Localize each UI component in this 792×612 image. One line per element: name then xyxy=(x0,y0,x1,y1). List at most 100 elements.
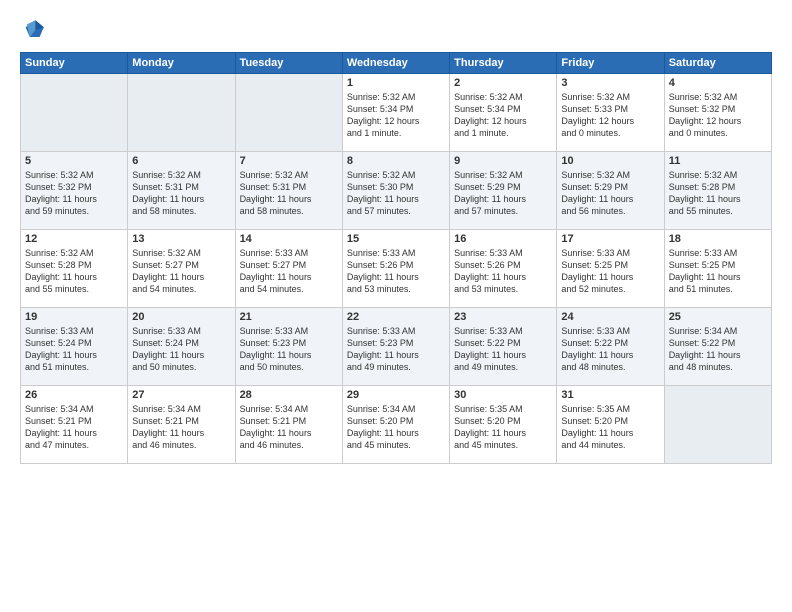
day-number: 8 xyxy=(347,155,445,167)
calendar-cell xyxy=(235,74,342,152)
page: SundayMondayTuesdayWednesdayThursdayFrid… xyxy=(0,0,792,612)
day-number: 13 xyxy=(132,233,230,245)
calendar-cell: 3 Sunrise: 5:32 AMSunset: 5:33 PMDaylight… xyxy=(557,74,664,152)
day-number: 7 xyxy=(240,155,338,167)
cell-content: Sunrise: 5:32 AMSunset: 5:30 PMDaylight:… xyxy=(347,169,445,218)
day-number: 9 xyxy=(454,155,552,167)
cell-content: Sunrise: 5:32 AMSunset: 5:31 PMDaylight:… xyxy=(132,169,230,218)
cell-content: Sunrise: 5:33 AMSunset: 5:25 PMDaylight:… xyxy=(669,247,767,296)
calendar-cell: 4 Sunrise: 5:32 AMSunset: 5:32 PMDaylight… xyxy=(664,74,771,152)
week-row-3: 12Sunrise: 5:32 AMSunset: 5:28 PMDayligh… xyxy=(21,230,772,308)
cell-content: Sunrise: 5:33 AMSunset: 5:22 PMDaylight:… xyxy=(454,325,552,374)
cell-content: Sunrise: 5:33 AMSunset: 5:23 PMDaylight:… xyxy=(347,325,445,374)
logo-icon xyxy=(20,16,48,44)
cell-content: Sunrise: 5:35 AMSunset: 5:20 PMDaylight:… xyxy=(454,403,552,452)
week-row-1: 1 Sunrise: 5:32 AMSunset: 5:34 PMDaylight… xyxy=(21,74,772,152)
calendar-cell: 18 Sunrise: 5:33 AMSunset: 5:25 PMDayligh… xyxy=(664,230,771,308)
calendar-cell: 30Sunrise: 5:35 AMSunset: 5:20 PMDayligh… xyxy=(450,386,557,464)
calendar-cell xyxy=(664,386,771,464)
cell-content: Sunrise: 5:32 AMSunset: 5:32 PMDaylight:… xyxy=(669,91,767,140)
weekday-header-monday: Monday xyxy=(128,53,235,74)
week-row-4: 19 Sunrise: 5:33 AMSunset: 5:24 PMDayligh… xyxy=(21,308,772,386)
day-number: 17 xyxy=(561,233,659,245)
day-number: 26 xyxy=(25,389,123,401)
calendar-table: SundayMondayTuesdayWednesdayThursdayFrid… xyxy=(20,52,772,464)
calendar-cell: 22 Sunrise: 5:33 AMSunset: 5:23 PMDayligh… xyxy=(342,308,449,386)
cell-content: Sunrise: 5:33 AMSunset: 5:24 PMDaylight:… xyxy=(132,325,230,374)
calendar-cell xyxy=(21,74,128,152)
cell-content: Sunrise: 5:32 AMSunset: 5:28 PMDaylight:… xyxy=(669,169,767,218)
cell-content: Sunrise: 5:33 AMSunset: 5:22 PMDaylight:… xyxy=(561,325,659,374)
day-number: 19 xyxy=(25,311,123,323)
calendar-cell: 29 Sunrise: 5:34 AMSunset: 5:20 PMDayligh… xyxy=(342,386,449,464)
cell-content: Sunrise: 5:32 AMSunset: 5:29 PMDaylight:… xyxy=(454,169,552,218)
day-number: 18 xyxy=(669,233,767,245)
calendar-cell: 9 Sunrise: 5:32 AMSunset: 5:29 PMDaylight… xyxy=(450,152,557,230)
calendar-cell: 15Sunrise: 5:33 AMSunset: 5:26 PMDayligh… xyxy=(342,230,449,308)
calendar-cell: 21 Sunrise: 5:33 AMSunset: 5:23 PMDayligh… xyxy=(235,308,342,386)
cell-content: Sunrise: 5:34 AMSunset: 5:21 PMDaylight:… xyxy=(132,403,230,452)
cell-content: Sunrise: 5:34 AMSunset: 5:21 PMDaylight:… xyxy=(25,403,123,452)
day-number: 27 xyxy=(132,389,230,401)
calendar-cell: 5Sunrise: 5:32 AMSunset: 5:32 PMDaylight… xyxy=(21,152,128,230)
day-number: 11 xyxy=(669,155,767,167)
calendar-cell: 10Sunrise: 5:32 AMSunset: 5:29 PMDayligh… xyxy=(557,152,664,230)
day-number: 6 xyxy=(132,155,230,167)
cell-content: Sunrise: 5:32 AMSunset: 5:34 PMDaylight:… xyxy=(347,91,445,140)
cell-content: Sunrise: 5:33 AMSunset: 5:24 PMDaylight:… xyxy=(25,325,123,374)
calendar-cell: 27 Sunrise: 5:34 AMSunset: 5:21 PMDayligh… xyxy=(128,386,235,464)
cell-content: Sunrise: 5:32 AMSunset: 5:29 PMDaylight:… xyxy=(561,169,659,218)
day-number: 29 xyxy=(347,389,445,401)
weekday-header-thursday: Thursday xyxy=(450,53,557,74)
day-number: 24 xyxy=(561,311,659,323)
cell-content: Sunrise: 5:33 AMSunset: 5:26 PMDaylight:… xyxy=(454,247,552,296)
calendar-cell: 23 Sunrise: 5:33 AMSunset: 5:22 PMDayligh… xyxy=(450,308,557,386)
header xyxy=(20,16,772,44)
calendar-cell: 12Sunrise: 5:32 AMSunset: 5:28 PMDayligh… xyxy=(21,230,128,308)
week-row-2: 5Sunrise: 5:32 AMSunset: 5:32 PMDaylight… xyxy=(21,152,772,230)
day-number: 4 xyxy=(669,77,767,89)
calendar-cell: 6 Sunrise: 5:32 AMSunset: 5:31 PMDaylight… xyxy=(128,152,235,230)
cell-content: Sunrise: 5:34 AMSunset: 5:22 PMDaylight:… xyxy=(669,325,767,374)
calendar-cell: 1 Sunrise: 5:32 AMSunset: 5:34 PMDaylight… xyxy=(342,74,449,152)
calendar-cell: 8 Sunrise: 5:32 AMSunset: 5:30 PMDaylight… xyxy=(342,152,449,230)
calendar-cell: 2 Sunrise: 5:32 AMSunset: 5:34 PMDaylight… xyxy=(450,74,557,152)
calendar-cell: 26 Sunrise: 5:34 AMSunset: 5:21 PMDayligh… xyxy=(21,386,128,464)
cell-content: Sunrise: 5:32 AMSunset: 5:31 PMDaylight:… xyxy=(240,169,338,218)
day-number: 31 xyxy=(561,389,659,401)
day-number: 15 xyxy=(347,233,445,245)
cell-content: Sunrise: 5:32 AMSunset: 5:27 PMDaylight:… xyxy=(132,247,230,296)
cell-content: Sunrise: 5:34 AMSunset: 5:20 PMDaylight:… xyxy=(347,403,445,452)
calendar-cell: 24 Sunrise: 5:33 AMSunset: 5:22 PMDayligh… xyxy=(557,308,664,386)
day-number: 1 xyxy=(347,77,445,89)
calendar-cell: 25 Sunrise: 5:34 AMSunset: 5:22 PMDayligh… xyxy=(664,308,771,386)
day-number: 16 xyxy=(454,233,552,245)
weekday-header-row: SundayMondayTuesdayWednesdayThursdayFrid… xyxy=(21,53,772,74)
calendar-cell: 17 Sunrise: 5:33 AMSunset: 5:25 PMDayligh… xyxy=(557,230,664,308)
calendar-cell: 28 Sunrise: 5:34 AMSunset: 5:21 PMDayligh… xyxy=(235,386,342,464)
cell-content: Sunrise: 5:32 AMSunset: 5:28 PMDaylight:… xyxy=(25,247,123,296)
cell-content: Sunrise: 5:33 AMSunset: 5:25 PMDaylight:… xyxy=(561,247,659,296)
day-number: 28 xyxy=(240,389,338,401)
day-number: 22 xyxy=(347,311,445,323)
calendar-cell: 14Sunrise: 5:33 AMSunset: 5:27 PMDayligh… xyxy=(235,230,342,308)
day-number: 3 xyxy=(561,77,659,89)
calendar-cell: 7 Sunrise: 5:32 AMSunset: 5:31 PMDaylight… xyxy=(235,152,342,230)
calendar-cell: 11 Sunrise: 5:32 AMSunset: 5:28 PMDayligh… xyxy=(664,152,771,230)
day-number: 21 xyxy=(240,311,338,323)
calendar-cell xyxy=(128,74,235,152)
day-number: 23 xyxy=(454,311,552,323)
cell-content: Sunrise: 5:33 AMSunset: 5:27 PMDaylight:… xyxy=(240,247,338,296)
weekday-header-sunday: Sunday xyxy=(21,53,128,74)
cell-content: Sunrise: 5:34 AMSunset: 5:21 PMDaylight:… xyxy=(240,403,338,452)
cell-content: Sunrise: 5:33 AMSunset: 5:23 PMDaylight:… xyxy=(240,325,338,374)
cell-content: Sunrise: 5:35 AMSunset: 5:20 PMDaylight:… xyxy=(561,403,659,452)
cell-content: Sunrise: 5:32 AMSunset: 5:34 PMDaylight:… xyxy=(454,91,552,140)
weekday-header-saturday: Saturday xyxy=(664,53,771,74)
day-number: 25 xyxy=(669,311,767,323)
weekday-header-friday: Friday xyxy=(557,53,664,74)
cell-content: Sunrise: 5:32 AMSunset: 5:32 PMDaylight:… xyxy=(25,169,123,218)
cell-content: Sunrise: 5:32 AMSunset: 5:33 PMDaylight:… xyxy=(561,91,659,140)
day-number: 2 xyxy=(454,77,552,89)
day-number: 20 xyxy=(132,311,230,323)
